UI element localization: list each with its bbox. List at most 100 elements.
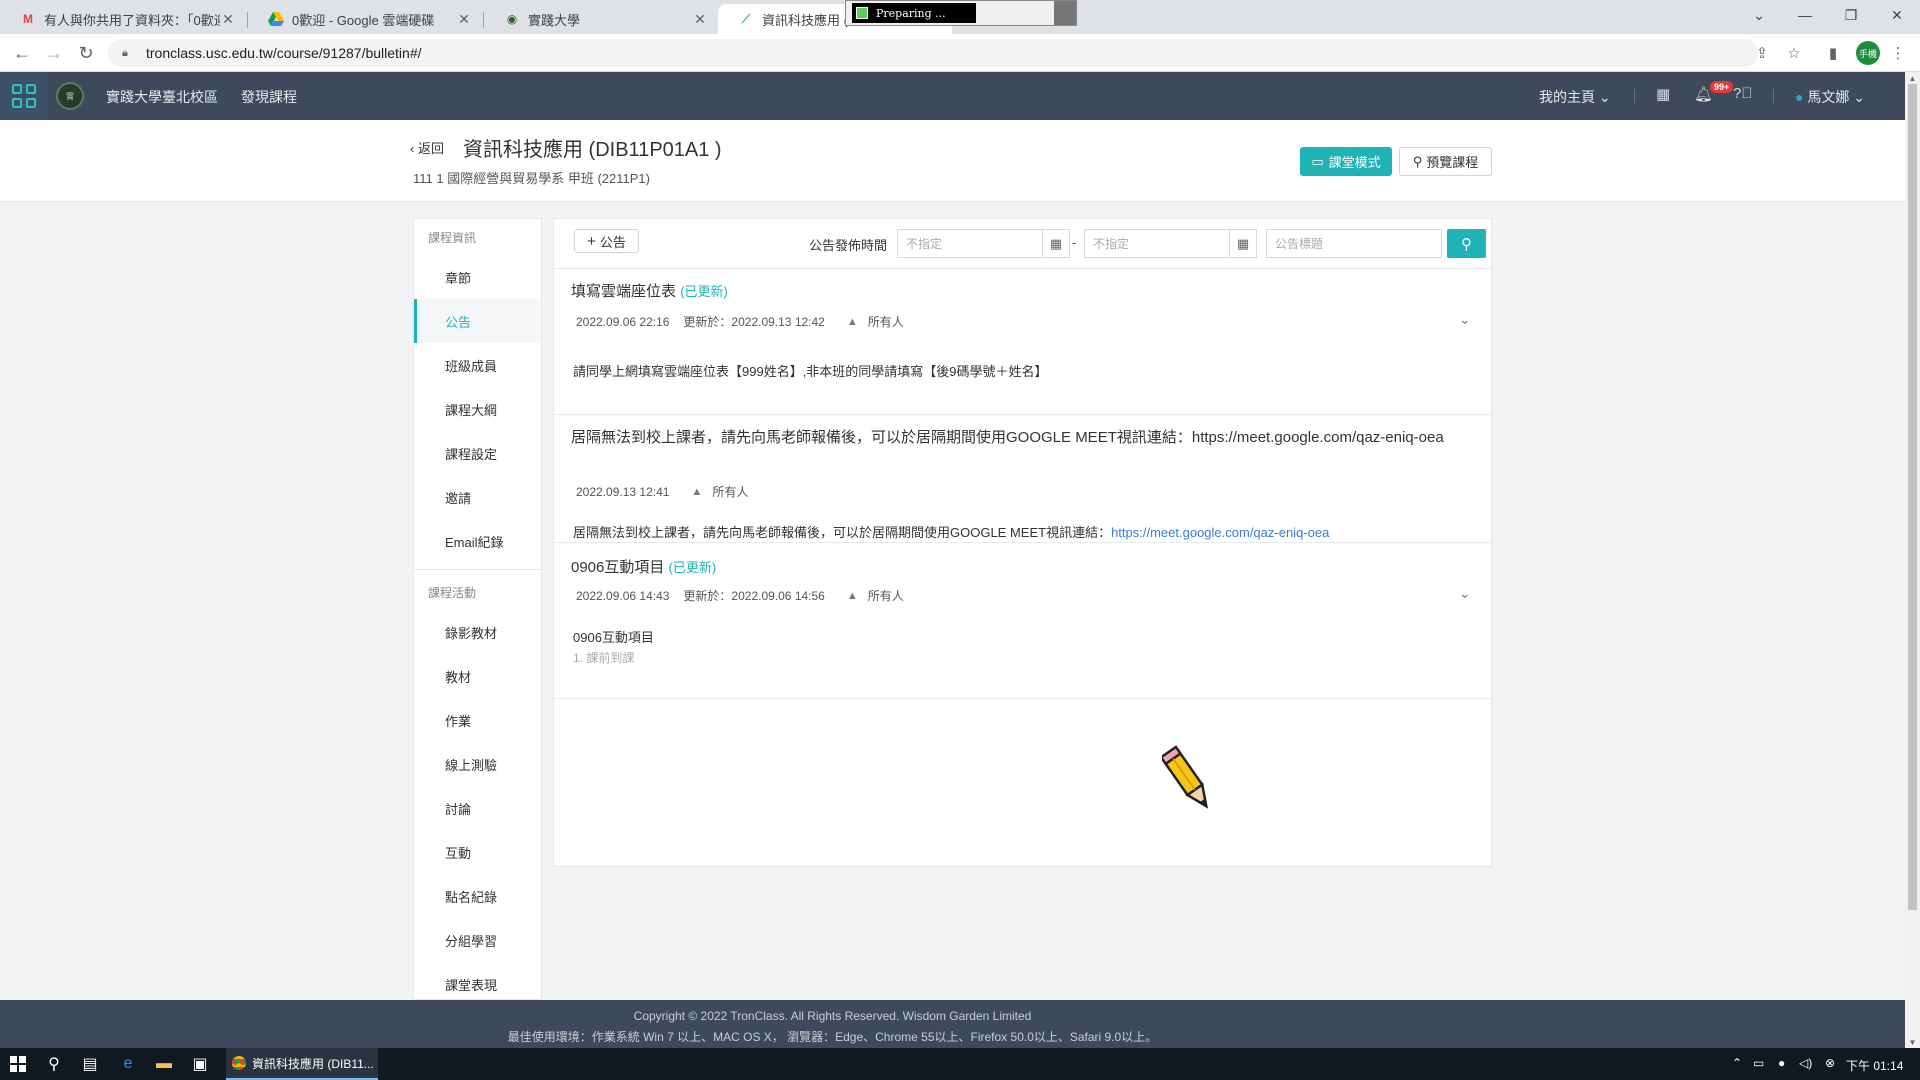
plus-icon: + (587, 232, 596, 250)
announcement-title[interactable]: 填寫雲端座位表 (已更新) (571, 281, 728, 303)
sidebar-item-announcements[interactable]: 公告 (414, 299, 541, 343)
tab-search-icon[interactable]: ⌄ (1736, 0, 1782, 30)
sidebar-item-invite[interactable]: 邀請 (414, 475, 541, 519)
announcement-meta: 2022.09.06 14:43 更新於：2022.09.06 14:56 ▲ … (576, 587, 904, 604)
preview-label: 預覽課程 (1426, 155, 1479, 170)
post-audience: 所有人 (867, 315, 904, 329)
title-text: 0906互動項目 (571, 559, 665, 576)
announcement-title[interactable]: 0906互動項目 (已更新) (571, 557, 716, 579)
add-announcement-button[interactable]: + 公告 (574, 229, 639, 253)
announcement-meta: 2022.09.06 22:16 更新於：2022.09.13 12:42 ▲ … (576, 313, 904, 330)
sidebar-item-videos[interactable]: 錄影教材 (414, 610, 541, 654)
bookmark-star-icon[interactable]: ☆ (1784, 43, 1804, 63)
close-icon[interactable]: ✕ (456, 11, 472, 28)
store-icon[interactable]: ▣ (188, 1052, 212, 1076)
course-title: 資訊科技應用 (DIB11P01A1 ) (463, 139, 722, 161)
close-window-button[interactable]: ✕ (1874, 0, 1920, 30)
file-explorer-icon[interactable]: ▬ (152, 1052, 176, 1076)
side-panel-icon[interactable]: ▮ (1823, 43, 1843, 63)
chevron-down-icon: ⌄ (1598, 89, 1611, 105)
restore-button[interactable]: ❐ (1828, 0, 1874, 30)
calendar-icon[interactable]: ▦ (1229, 229, 1257, 258)
taskbar-clock[interactable]: 下午 01:14 (1846, 1057, 1903, 1074)
network-icon[interactable]: ▭ (1753, 1056, 1764, 1070)
announcement-search-input[interactable]: 公告標題 (1266, 229, 1442, 258)
app-grid-icon[interactable] (0, 72, 48, 120)
my-home-menu[interactable]: 我的主頁 ⌄ (1539, 87, 1611, 107)
footer-environment: 最佳使用環境：作業系統 Win 7 以上、MAC OS X， 瀏覽器：Edge、… (507, 1030, 1158, 1044)
url-field[interactable]: 🔒︎ tronclass.usc.edu.tw/course/91287/bul… (108, 39, 1758, 67)
minimize-button[interactable]: — (1782, 0, 1828, 30)
date-from-input[interactable]: 不指定 (897, 229, 1043, 258)
post-updated-at: 更新於：2022.09.13 12:42 (683, 315, 825, 329)
sidebar-item-members[interactable]: 班級成員 (414, 343, 541, 387)
profile-avatar[interactable]: 手機 (1856, 41, 1880, 65)
audience-icon: ▲ (846, 589, 858, 602)
course-sidebar: 課程資訊 章節 公告 班級成員 課程大綱 課程設定 邀請 Email紀錄 課程活… (413, 218, 542, 1000)
announcement-item[interactable]: 居隔無法到校上課者，請先向馬老師報備後，可以於居隔期間使用GOOGLE MEET… (554, 415, 1493, 543)
scroll-thumb[interactable] (1908, 84, 1917, 910)
forward-arrow-icon[interactable]: → (42, 41, 66, 65)
windows-start-icon[interactable] (6, 1052, 30, 1076)
announcement-item[interactable]: 填寫雲端座位表 (已更新) 2022.09.06 22:16 更新於：2022.… (554, 269, 1493, 415)
browser-tab-drive[interactable]: 0歡迎 - Google 雲端硬碟 ✕ (248, 4, 482, 34)
publish-time-label: 公告發佈時間 (809, 238, 888, 253)
school-name-link[interactable]: 實踐大學臺北校區 (106, 87, 218, 107)
edge-icon[interactable]: e (116, 1052, 140, 1076)
reload-icon[interactable]: ↻ (74, 41, 98, 65)
back-arrow-icon[interactable]: ← (10, 41, 34, 65)
sidebar-item-discussion[interactable]: 討論 (414, 786, 541, 830)
announcement-body: 0906互動項目 (573, 630, 654, 645)
sidebar-item-quiz[interactable]: 線上測驗 (414, 742, 541, 786)
close-icon[interactable]: ✕ (220, 11, 236, 28)
sidebar-item-homework[interactable]: 作業 (414, 698, 541, 742)
chevron-down-icon[interactable]: ⌄ (1459, 585, 1471, 602)
page-scrollbar[interactable]: ▲ ▼ (1905, 72, 1920, 1048)
tray-chevron-icon[interactable]: ⌃ (1732, 1056, 1742, 1070)
body-text: 居隔無法到校上課者，請先向馬老師報備後，可以於居隔期間使用GOOGLE MEET… (573, 525, 1112, 540)
share-icon[interactable]: ⇪ (1752, 43, 1772, 63)
sidebar-item-interaction[interactable]: 互動 (414, 830, 541, 874)
preparing-popup: Preparing ... (845, 0, 1077, 26)
school-logo[interactable]: 實 (56, 82, 84, 110)
browser-tab-gmail[interactable]: M 有人與你共用了資料夾：「0歡迎 ✕ (0, 4, 246, 34)
sidebar-item-email-log[interactable]: Email紀錄 (414, 519, 541, 563)
close-icon[interactable]: ✕ (692, 11, 708, 28)
post-updated-at: 更新於：2022.09.06 14:56 (683, 589, 825, 603)
microphone-icon[interactable]: ● (1778, 1056, 1785, 1070)
sidebar-item-groups[interactable]: 分組學習 (414, 918, 541, 962)
volume-icon[interactable]: ◁) (1799, 1056, 1812, 1070)
sidebar-item-settings[interactable]: 課程設定 (414, 431, 541, 475)
sidebar-item-materials[interactable]: 教材 (414, 654, 541, 698)
sidebar-item-chapters[interactable]: 章節 (414, 255, 541, 299)
date-to-input[interactable]: 不指定 (1084, 229, 1230, 258)
calendar-icon[interactable]: ▦ (1042, 229, 1070, 258)
chevron-down-icon[interactable]: ⌄ (1459, 311, 1471, 328)
class-mode-label: 課堂模式 (1328, 155, 1381, 170)
preview-course-button[interactable]: ⚲ 預覽課程 (1399, 147, 1492, 176)
chevron-left-icon: ‹ (410, 141, 415, 156)
announcement-title[interactable]: 居隔無法到校上課者，請先向馬老師報備後，可以於居隔期間使用GOOGLE MEET… (571, 427, 1471, 449)
announcement-item[interactable]: 0906互動項目 (已更新) 2022.09.06 14:43 更新於：2022… (554, 543, 1493, 699)
notification-off-icon[interactable]: ⊗ (1825, 1056, 1835, 1070)
scroll-up-icon[interactable]: ▲ (1905, 72, 1920, 84)
user-menu[interactable]: ● 馬文娜 ⌄ (1795, 87, 1865, 107)
calendar-icon[interactable]: ▦ (1656, 85, 1670, 103)
browser-tab-school[interactable]: ◉ 實踐大學 ✕ (484, 4, 718, 34)
discover-courses-link[interactable]: 發現課程 (241, 87, 297, 107)
search-button[interactable]: ⚲ (1447, 229, 1486, 258)
back-link[interactable]: ‹ 返回 (410, 138, 444, 157)
task-view-icon[interactable]: ▤ (78, 1052, 102, 1076)
meet-link[interactable]: https://meet.google.com/qaz-eniq-oea (1111, 525, 1329, 540)
menu-dots-icon[interactable]: ⋮ (1888, 43, 1908, 63)
sidebar-item-rollcall[interactable]: 點名紀錄 (414, 874, 541, 918)
post-audience: 所有人 (712, 485, 749, 499)
sidebar-item-syllabus[interactable]: 課程大綱 (414, 387, 541, 431)
taskbar-chrome-app[interactable]: 資訊科技應用 (DIB11... (226, 1048, 378, 1080)
scroll-down-icon[interactable]: ▼ (1905, 1036, 1920, 1048)
announcement-subitem: 1. 課前到課 (573, 651, 635, 665)
gmail-icon: M (23, 12, 33, 26)
search-icon[interactable]: ⚲ (42, 1052, 66, 1076)
class-mode-button[interactable]: ▭ 課堂模式 (1300, 147, 1392, 176)
help-icon[interactable]: ?⃝ (1733, 85, 1753, 102)
